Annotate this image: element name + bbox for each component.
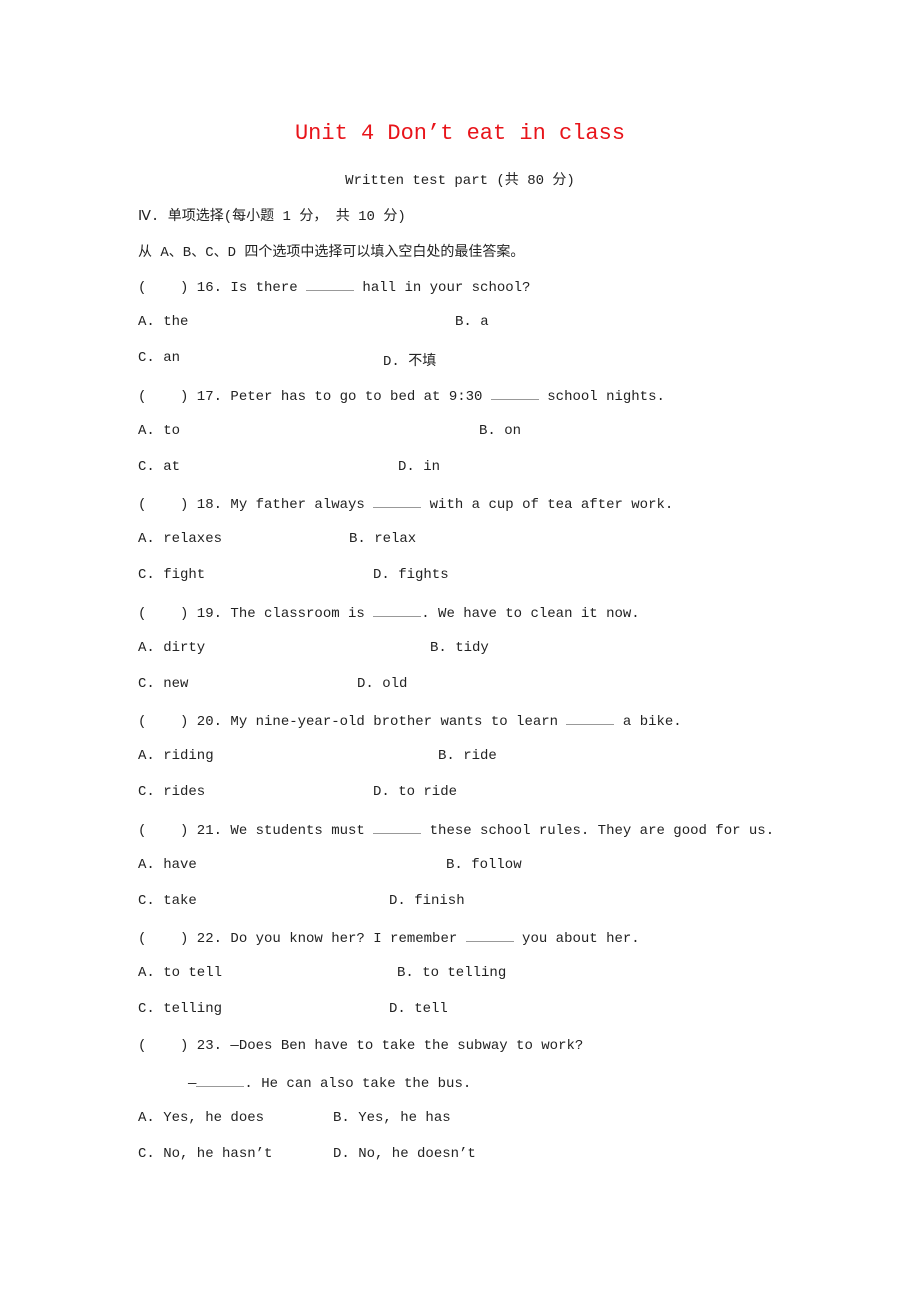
option-c[interactable]: C. take bbox=[138, 893, 197, 909]
dash: — bbox=[188, 1076, 197, 1092]
question-text: ( ) 22. Do you know her? I remember bbox=[138, 931, 466, 947]
option-d[interactable]: D. in bbox=[398, 459, 440, 475]
question-text: . We have to clean it now. bbox=[421, 606, 640, 622]
option-a[interactable]: A. dirty bbox=[138, 640, 205, 656]
question-stem: ( ) 23. —Does Ben have to take the subwa… bbox=[138, 1038, 583, 1054]
option-b[interactable]: B. a bbox=[455, 314, 489, 330]
answer-blank[interactable] bbox=[566, 712, 615, 725]
option-a[interactable]: A. have bbox=[138, 857, 197, 873]
option-a[interactable]: A. to bbox=[138, 423, 180, 439]
question-stem: ( ) 20. My nine-year-old brother wants t… bbox=[138, 712, 682, 730]
question-text: ( ) 21. We students must bbox=[138, 823, 374, 839]
section-instruction: 从 A、B、C、D 四个选项中选择可以填入空白处的最佳答案。 bbox=[138, 245, 525, 261]
question-text: . He can also take the bus. bbox=[244, 1076, 472, 1092]
document-title: Unit 4 Don’t eat in class bbox=[294, 121, 626, 146]
option-d[interactable]: D. finish bbox=[389, 893, 465, 909]
option-c[interactable]: C. telling bbox=[138, 1001, 222, 1017]
document-subtitle: Written test part (共 80 分) bbox=[345, 173, 575, 189]
question-stem: ( ) 21. We students must these school ru… bbox=[138, 821, 774, 839]
option-a[interactable]: A. to tell bbox=[138, 965, 222, 981]
option-d[interactable]: D. fights bbox=[373, 567, 449, 583]
option-a[interactable]: A. Yes, he does bbox=[138, 1110, 264, 1126]
option-c[interactable]: C. at bbox=[138, 459, 180, 475]
answer-blank[interactable] bbox=[306, 278, 355, 291]
question-response-line: — . He can also take the bus. bbox=[188, 1074, 471, 1092]
question-stem: ( ) 17. Peter has to go to bed at 9:30 s… bbox=[138, 387, 665, 405]
option-b[interactable]: B. follow bbox=[446, 857, 522, 873]
question-text: ( ) 16. Is there bbox=[138, 280, 307, 296]
answer-blank[interactable] bbox=[373, 821, 422, 834]
option-c[interactable]: C. rides bbox=[138, 784, 205, 800]
question-text: hall in your school? bbox=[354, 280, 531, 296]
option-d[interactable]: D. 不填 bbox=[383, 350, 436, 370]
section-heading: Ⅳ. 单项选择(每小题 1 分， 共 10 分) bbox=[138, 209, 406, 225]
question-text: with a cup of tea after work. bbox=[421, 497, 674, 513]
option-d[interactable]: D. to ride bbox=[373, 784, 457, 800]
answer-blank[interactable] bbox=[465, 929, 514, 942]
option-b[interactable]: B. relax bbox=[349, 531, 416, 547]
question-stem: ( ) 18. My father always with a cup of t… bbox=[138, 495, 673, 513]
option-b[interactable]: B. ride bbox=[438, 748, 497, 764]
question-text: these school rules. They are good for us… bbox=[421, 823, 775, 839]
option-a[interactable]: A. the bbox=[138, 314, 188, 330]
question-text: ( ) 20. My nine-year-old brother wants t… bbox=[138, 714, 567, 730]
option-c[interactable]: C. new bbox=[138, 676, 188, 692]
option-b[interactable]: B. Yes, he has bbox=[333, 1110, 451, 1126]
question-text: ( ) 23. —Does Ben have to take the subwa… bbox=[138, 1038, 584, 1054]
option-c[interactable]: C. No, he hasn’t bbox=[138, 1146, 272, 1162]
option-b[interactable]: B. tidy bbox=[430, 640, 489, 656]
option-a[interactable]: A. riding bbox=[138, 748, 214, 764]
question-text: ( ) 19. The classroom is bbox=[138, 606, 374, 622]
answer-blank[interactable] bbox=[196, 1074, 245, 1087]
option-c[interactable]: C. an bbox=[138, 350, 180, 366]
option-a[interactable]: A. relaxes bbox=[138, 531, 222, 547]
answer-blank[interactable] bbox=[490, 387, 539, 400]
answer-blank[interactable] bbox=[373, 495, 422, 508]
option-d[interactable]: D. tell bbox=[389, 1001, 448, 1017]
answer-blank[interactable] bbox=[373, 604, 422, 617]
question-text: you about her. bbox=[513, 931, 640, 947]
option-b[interactable]: B. to telling bbox=[397, 965, 506, 981]
question-text: a bike. bbox=[614, 714, 682, 730]
question-stem: ( ) 19. The classroom is . We have to cl… bbox=[138, 604, 640, 622]
question-text: ( ) 18. My father always bbox=[138, 497, 374, 513]
question-text: school nights. bbox=[538, 389, 665, 405]
question-stem: ( ) 16. Is there hall in your school? bbox=[138, 278, 530, 296]
option-c[interactable]: C. fight bbox=[138, 567, 205, 583]
option-d[interactable]: D. No, he doesn’t bbox=[333, 1146, 476, 1162]
option-d[interactable]: D. old bbox=[357, 676, 407, 692]
option-b[interactable]: B. on bbox=[479, 423, 521, 439]
question-text: ( ) 17. Peter has to go to bed at 9:30 bbox=[138, 389, 491, 405]
question-stem: ( ) 22. Do you know her? I remember you … bbox=[138, 929, 640, 947]
